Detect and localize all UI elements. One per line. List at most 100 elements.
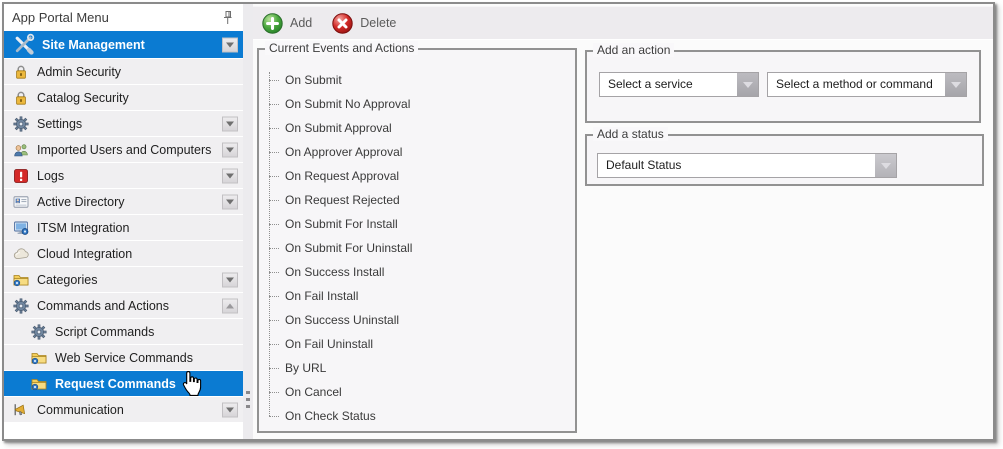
chevron-down-button[interactable] — [222, 37, 238, 52]
service-select[interactable]: Select a service — [599, 72, 759, 97]
users-icon — [12, 141, 30, 159]
toolbar: Add Delete — [253, 6, 993, 40]
method-select-dropdown-button[interactable] — [945, 73, 966, 96]
add-icon — [262, 13, 283, 34]
add-button-label: Add — [290, 16, 312, 30]
sidebar-item-imported-users-and-computers[interactable]: Imported Users and Computers — [4, 137, 243, 162]
sidebar-item-communication[interactable]: Communication — [4, 397, 243, 422]
method-select[interactable]: Select a method or command — [767, 72, 967, 97]
tree-item-by-url[interactable]: By URL — [265, 356, 573, 380]
tree-item-on-success-install[interactable]: On Success Install — [265, 260, 573, 284]
chevron-down-button[interactable] — [222, 194, 238, 209]
chevron-down-icon — [881, 163, 891, 169]
tree-item-on-fail-uninstall[interactable]: On Fail Uninstall — [265, 332, 573, 356]
id-card-icon — [12, 193, 30, 211]
chevron-down-icon — [226, 173, 234, 178]
app-window: App Portal Menu Site Management Admin Sec… — [2, 2, 995, 441]
events-tree: On SubmitOn Submit No ApprovalOn Submit … — [265, 68, 573, 429]
monitor-gear-icon — [12, 219, 30, 237]
tree-item-on-submit-for-install[interactable]: On Submit For Install — [265, 212, 573, 236]
method-select-value: Select a method or command — [776, 73, 942, 96]
sidebar-item-site-management[interactable]: Site Management — [4, 31, 243, 58]
alert-icon — [12, 167, 30, 185]
sidebar-item-settings[interactable]: Settings — [4, 111, 243, 136]
add-action-groupbox-title: Add an action — [593, 43, 674, 57]
lock-icon — [12, 89, 30, 107]
sidebar-item-label: Logs — [37, 169, 64, 183]
status-select-dropdown-button[interactable] — [875, 154, 896, 177]
sidebar-item-itsm-integration[interactable]: ITSM Integration — [4, 215, 243, 240]
add-status-groupbox-title: Add a status — [593, 127, 668, 141]
gear-icon — [12, 297, 30, 315]
sidebar-item-label: Categories — [37, 273, 97, 287]
delete-button[interactable]: Delete — [332, 13, 396, 34]
cloud-icon — [12, 245, 30, 263]
sidebar-item-cloud-integration[interactable]: Cloud Integration — [4, 241, 243, 266]
chevron-down-button[interactable] — [222, 116, 238, 131]
tree-item-on-fail-install[interactable]: On Fail Install — [265, 284, 573, 308]
megaphone-icon — [12, 401, 30, 419]
sidebar-item-label: Web Service Commands — [55, 351, 193, 365]
tree-item-on-success-uninstall[interactable]: On Success Uninstall — [265, 308, 573, 332]
sidebar-item-label: Communication — [37, 403, 124, 417]
sidebar-header: App Portal Menu — [4, 4, 243, 31]
events-groupbox: Current Events and Actions On SubmitOn S… — [257, 48, 577, 433]
sidebar-item-admin-security[interactable]: Admin Security — [4, 59, 243, 84]
tree-item-on-submit[interactable]: On Submit — [265, 68, 573, 92]
sidebar-nav: Site Management Admin Security Catalog Sec… — [4, 31, 243, 423]
delete-button-label: Delete — [360, 16, 396, 30]
chevron-down-icon — [226, 199, 234, 204]
chevron-down-icon — [226, 121, 234, 126]
chevron-down-icon — [226, 147, 234, 152]
chevron-down-icon — [951, 82, 961, 88]
tree-item-on-submit-no-approval[interactable]: On Submit No Approval — [265, 92, 573, 116]
tools-icon — [12, 33, 35, 56]
sidebar-item-script-commands[interactable]: Script Commands — [4, 319, 243, 344]
add-action-groupbox: Add an action Select a service Select a … — [585, 50, 981, 123]
service-select-value: Select a service — [608, 73, 734, 96]
folder-gear-icon — [30, 375, 48, 393]
tree-item-on-submit-for-uninstall[interactable]: On Submit For Uninstall — [265, 236, 573, 260]
chevron-down-icon — [226, 42, 234, 47]
sidebar-item-catalog-security[interactable]: Catalog Security — [4, 85, 243, 110]
tree-item-on-check-status[interactable]: On Check Status — [265, 404, 573, 428]
tree-item-on-approver-approval[interactable]: On Approver Approval — [265, 140, 573, 164]
chevron-down-button[interactable] — [222, 142, 238, 157]
sidebar: App Portal Menu Site Management Admin Sec… — [4, 4, 243, 439]
pin-icon[interactable] — [222, 10, 233, 25]
chevron-down-button[interactable] — [222, 402, 238, 417]
tree-item-on-submit-approval[interactable]: On Submit Approval — [265, 116, 573, 140]
chevron-up-button[interactable] — [222, 298, 238, 313]
gear-icon — [30, 323, 48, 341]
status-select[interactable]: Default Status — [597, 153, 897, 178]
sidebar-item-request-commands[interactable]: Request Commands — [4, 371, 243, 396]
splitter[interactable] — [243, 4, 253, 439]
main-panel: Add Delete Current Events and Actions On… — [253, 4, 993, 439]
sidebar-item-label: Settings — [37, 117, 82, 131]
chevron-down-button[interactable] — [222, 168, 238, 183]
chevron-down-icon — [743, 82, 753, 88]
tree-item-on-request-rejected[interactable]: On Request Rejected — [265, 188, 573, 212]
sidebar-item-label: Script Commands — [55, 325, 154, 339]
events-groupbox-title: Current Events and Actions — [265, 41, 418, 55]
folder-gear-icon — [30, 349, 48, 367]
sidebar-item-categories[interactable]: Categories — [4, 267, 243, 292]
splitter-grip-icon — [246, 391, 250, 412]
tree-item-on-cancel[interactable]: On Cancel — [265, 380, 573, 404]
chevron-down-button[interactable] — [222, 272, 238, 287]
folder-gear-icon — [12, 271, 30, 289]
sidebar-item-label: Admin Security — [37, 65, 121, 79]
service-select-dropdown-button[interactable] — [737, 73, 758, 96]
sidebar-item-commands-and-actions[interactable]: Commands and Actions — [4, 293, 243, 318]
sidebar-item-label: Commands and Actions — [37, 299, 169, 313]
add-button[interactable]: Add — [262, 13, 312, 34]
sidebar-title: App Portal Menu — [12, 10, 222, 25]
sidebar-item-logs[interactable]: Logs — [4, 163, 243, 188]
add-status-groupbox: Add a status Default Status — [585, 134, 984, 186]
tree-item-on-request-approval[interactable]: On Request Approval — [265, 164, 573, 188]
sidebar-item-web-service-commands[interactable]: Web Service Commands — [4, 345, 243, 370]
sidebar-item-label: Site Management — [42, 38, 145, 52]
sidebar-item-label: Request Commands — [55, 377, 176, 391]
chevron-up-icon — [226, 303, 234, 308]
sidebar-item-active-directory[interactable]: Active Directory — [4, 189, 243, 214]
